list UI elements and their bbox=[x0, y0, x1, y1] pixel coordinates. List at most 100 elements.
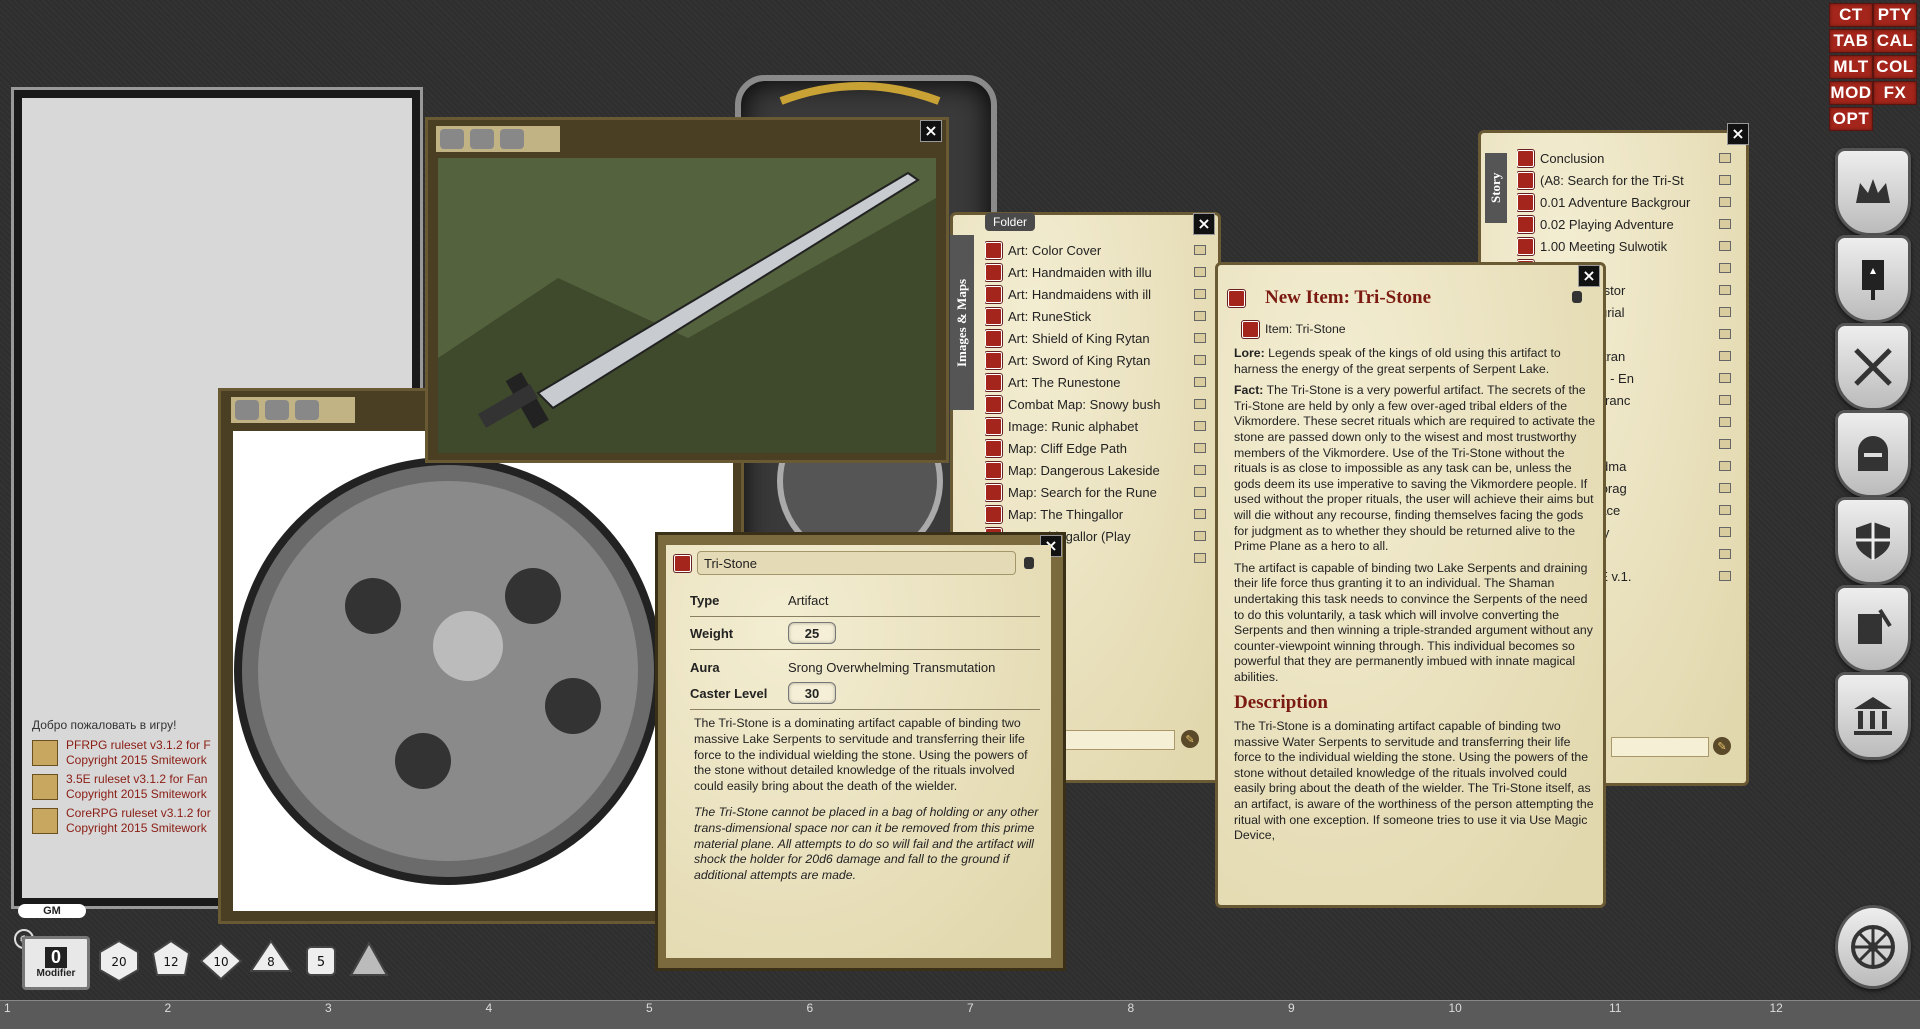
shield-icon[interactable] bbox=[1835, 497, 1911, 585]
open-entry-icon[interactable] bbox=[1194, 487, 1206, 497]
list-search-input[interactable] bbox=[1611, 737, 1709, 757]
open-entry-icon[interactable] bbox=[1194, 289, 1206, 299]
image-item[interactable]: Art: RuneStick bbox=[985, 305, 1210, 327]
open-entry-icon[interactable] bbox=[1719, 571, 1731, 581]
top-button-mlt[interactable]: MLT bbox=[1829, 55, 1873, 79]
open-entry-icon[interactable] bbox=[1719, 373, 1731, 383]
open-entry-icon[interactable] bbox=[1719, 175, 1731, 185]
image-window-sword[interactable]: × bbox=[425, 117, 949, 463]
mask-tool-icon[interactable] bbox=[235, 400, 259, 420]
d8-die-icon[interactable]: 8 bbox=[248, 938, 294, 984]
item-name-field[interactable]: Tri-Stone bbox=[697, 551, 1016, 575]
open-entry-icon[interactable] bbox=[1194, 465, 1206, 475]
crown-icon[interactable] bbox=[1835, 148, 1911, 236]
eraser-tool-icon[interactable] bbox=[295, 400, 319, 420]
lock-icon[interactable] bbox=[1572, 291, 1582, 303]
mask-tool-icon[interactable] bbox=[440, 129, 464, 149]
d10-die-icon[interactable]: 10 bbox=[198, 938, 244, 984]
open-entry-icon[interactable] bbox=[1719, 241, 1731, 251]
open-entry-icon[interactable] bbox=[1194, 399, 1206, 409]
open-entry-icon[interactable] bbox=[1719, 329, 1731, 339]
image-item[interactable]: Art: Handmaidens with ill bbox=[985, 283, 1210, 305]
d6-die-icon[interactable]: 5 bbox=[298, 938, 344, 984]
image-item[interactable]: Map: Search for the Rune bbox=[985, 481, 1210, 503]
story-entry-window[interactable]: × New Item: Tri-Stone Item: Tri-Stone Lo… bbox=[1215, 262, 1606, 908]
image-item[interactable]: Image: Runic alphabet bbox=[985, 415, 1210, 437]
open-entry-icon[interactable] bbox=[1194, 311, 1206, 321]
open-entry-icon[interactable] bbox=[1194, 443, 1206, 453]
pen-tool-icon[interactable] bbox=[265, 400, 289, 420]
d12-die-icon[interactable]: 12 bbox=[148, 938, 194, 984]
top-button-tab[interactable]: TAB bbox=[1829, 29, 1873, 53]
item-link-icon[interactable] bbox=[1242, 321, 1259, 338]
open-entry-icon[interactable] bbox=[1719, 527, 1731, 537]
top-button-col[interactable]: COL bbox=[1873, 55, 1917, 79]
top-button-fx[interactable]: FX bbox=[1873, 81, 1917, 105]
close-icon[interactable]: × bbox=[1727, 123, 1749, 145]
open-entry-icon[interactable] bbox=[1719, 285, 1731, 295]
banner-icon[interactable] bbox=[1835, 235, 1911, 323]
modifier-box[interactable]: 0 Modifier bbox=[22, 936, 90, 990]
story-item[interactable]: 1.00 Meeting Sulwotik bbox=[1517, 235, 1735, 257]
entry-title[interactable]: New Item: Tri-Stone bbox=[1265, 287, 1431, 309]
open-entry-icon[interactable] bbox=[1194, 245, 1206, 255]
options-wheel-icon[interactable] bbox=[1835, 905, 1911, 989]
library-icon[interactable] bbox=[1835, 672, 1911, 760]
top-button-ct[interactable]: CT bbox=[1829, 3, 1873, 27]
close-icon[interactable]: × bbox=[920, 120, 942, 142]
open-entry-icon[interactable] bbox=[1719, 505, 1731, 515]
open-entry-icon[interactable] bbox=[1719, 153, 1731, 163]
open-entry-icon[interactable] bbox=[1719, 307, 1731, 317]
open-entry-icon[interactable] bbox=[1719, 351, 1731, 361]
story-item[interactable]: Conclusion bbox=[1517, 147, 1735, 169]
image-item[interactable]: Art: Sword of King Rytan bbox=[985, 349, 1210, 371]
open-entry-icon[interactable] bbox=[1719, 219, 1731, 229]
image-item[interactable]: Art: Handmaiden with illu bbox=[985, 261, 1210, 283]
folder-button[interactable]: Folder bbox=[985, 213, 1035, 231]
image-item[interactable]: Map: The Thingallor bbox=[985, 503, 1210, 525]
open-entry-icon[interactable] bbox=[1194, 531, 1206, 541]
open-entry-icon[interactable] bbox=[1194, 509, 1206, 519]
open-entry-icon[interactable] bbox=[1194, 333, 1206, 343]
caster-level-field[interactable]: 30 bbox=[788, 682, 836, 704]
story-item[interactable]: 0.02 Playing Adventure bbox=[1517, 213, 1735, 235]
open-entry-icon[interactable] bbox=[1194, 421, 1206, 431]
item-sheet-window[interactable]: × Tri-Stone Type Artifact Weight 25 Aura… bbox=[655, 532, 1066, 971]
type-value[interactable]: Artifact bbox=[788, 593, 828, 608]
open-entry-icon[interactable] bbox=[1719, 461, 1731, 471]
close-icon[interactable]: × bbox=[1578, 265, 1600, 287]
story-item[interactable]: (A8: Search for the Tri-St bbox=[1517, 169, 1735, 191]
top-button-opt[interactable]: OPT bbox=[1829, 107, 1873, 131]
item-description[interactable]: The Tri-Stone is a dominating artifact c… bbox=[694, 716, 1040, 795]
story-tab[interactable]: Story bbox=[1485, 153, 1507, 223]
list-search-input[interactable] bbox=[1053, 730, 1175, 750]
open-entry-icon[interactable] bbox=[1719, 263, 1731, 273]
image-item[interactable]: Combat Map: Snowy bush bbox=[985, 393, 1210, 415]
aura-value[interactable]: Srong Overwhelming Transmutation bbox=[788, 660, 995, 675]
crossed-swords-icon[interactable] bbox=[1835, 323, 1911, 411]
image-item[interactable]: Map: Cliff Edge Path bbox=[985, 437, 1210, 459]
d4-die-icon[interactable] bbox=[346, 938, 392, 984]
open-entry-icon[interactable] bbox=[1719, 549, 1731, 559]
open-entry-icon[interactable] bbox=[1719, 483, 1731, 493]
item-note[interactable]: The Tri-Stone cannot be placed in a bag … bbox=[694, 805, 1040, 884]
top-button-pty[interactable]: PTY bbox=[1873, 3, 1917, 27]
image-item[interactable]: Art: Shield of King Rytan bbox=[985, 327, 1210, 349]
lock-icon[interactable] bbox=[1024, 557, 1034, 569]
top-button-mod[interactable]: MOD bbox=[1829, 81, 1873, 105]
image-item[interactable]: Map: Dangerous Lakeside bbox=[985, 459, 1210, 481]
open-entry-icon[interactable] bbox=[1194, 553, 1206, 563]
open-entry-icon[interactable] bbox=[1719, 417, 1731, 427]
image-item[interactable]: Art: The Runestone bbox=[985, 371, 1210, 393]
open-entry-icon[interactable] bbox=[1719, 395, 1731, 405]
top-button-cal[interactable]: CAL bbox=[1873, 29, 1917, 53]
helmet-icon[interactable] bbox=[1835, 410, 1911, 498]
close-icon[interactable]: × bbox=[1193, 213, 1215, 235]
d20-die-icon[interactable]: 20 bbox=[96, 938, 142, 984]
open-entry-icon[interactable] bbox=[1194, 377, 1206, 387]
edit-icon[interactable]: ✎ bbox=[1181, 730, 1199, 748]
images-maps-tab[interactable]: Images & Maps bbox=[950, 235, 974, 410]
open-entry-icon[interactable] bbox=[1719, 197, 1731, 207]
pen-tool-icon[interactable] bbox=[470, 129, 494, 149]
story-item[interactable]: 0.01 Adventure Backgrour bbox=[1517, 191, 1735, 213]
